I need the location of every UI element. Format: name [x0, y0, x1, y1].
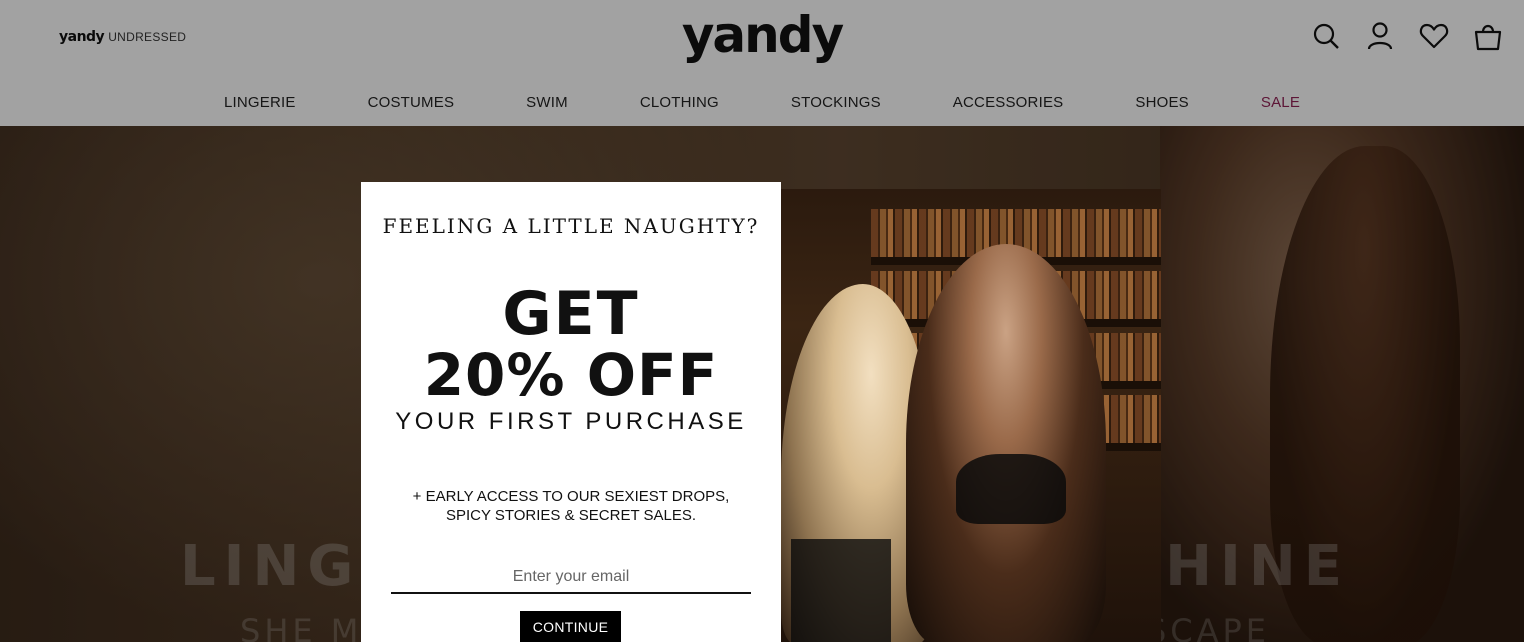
email-input[interactable]: [391, 562, 751, 594]
model-lingerie: [791, 539, 891, 642]
model-lingerie: [956, 454, 1066, 524]
popup-tagline: FEELING A LITTLE NAUGHTY?: [382, 214, 760, 238]
popup-headline-first-purchase: YOUR FIRST PURCHASE: [395, 408, 747, 435]
popup-headline-get: GET: [502, 279, 640, 349]
popup-perks-text: + EARLY ACCESS TO OUR SEXIEST DROPS, SPI…: [412, 488, 730, 524]
popup-image: [781, 189, 1161, 642]
continue-button[interactable]: CONTINUE: [520, 611, 621, 642]
model-brunette: [906, 244, 1106, 642]
popup-headline-discount: 20% OFF: [423, 341, 719, 409]
